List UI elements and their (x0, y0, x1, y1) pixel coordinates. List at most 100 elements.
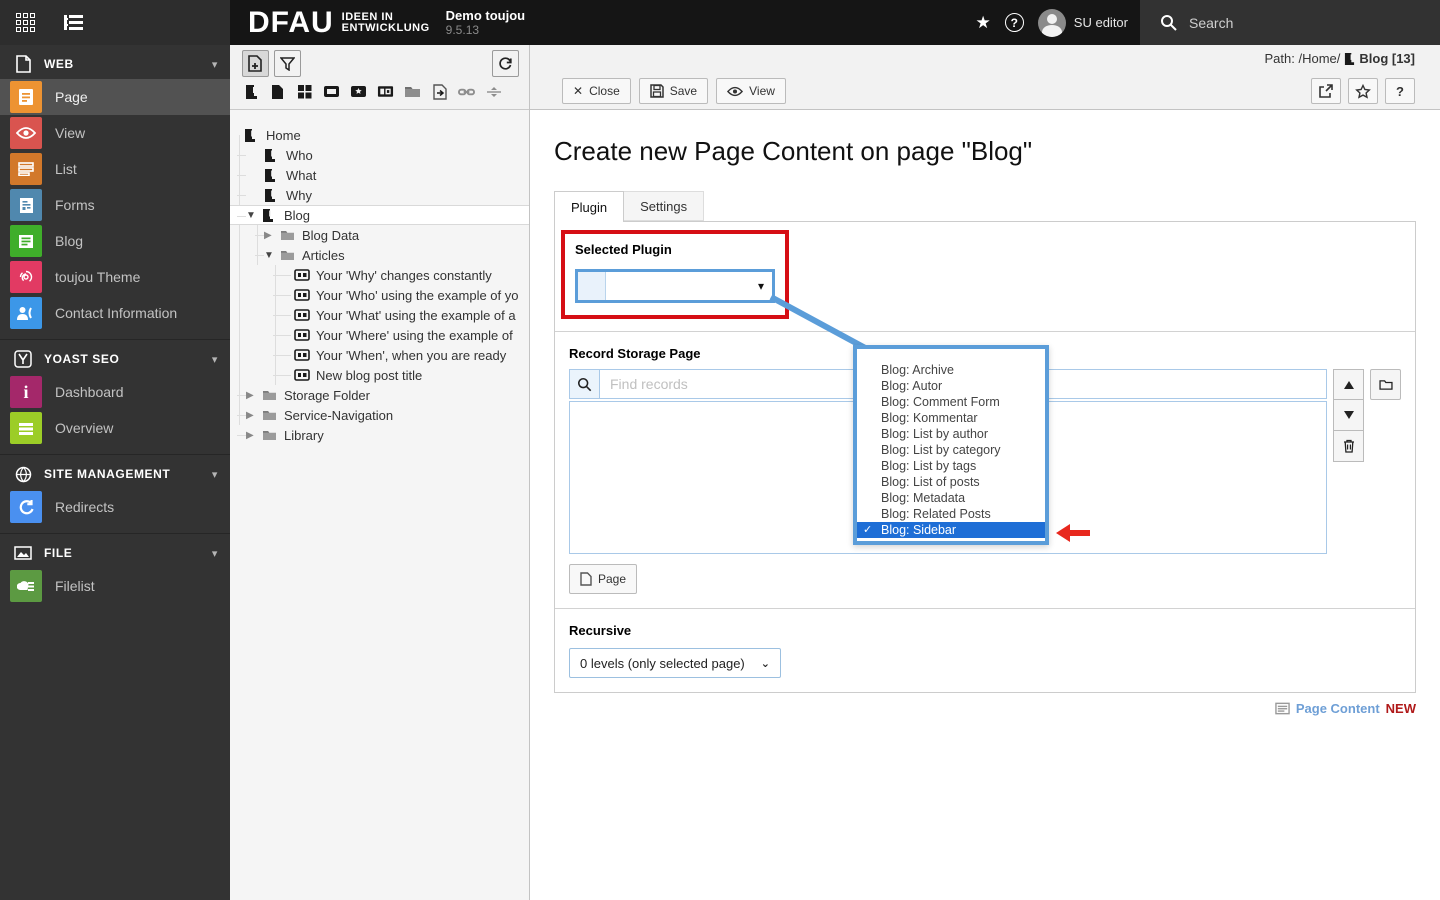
tree-node-post[interactable]: Your 'Who' using the example of yo (230, 285, 529, 305)
recycler-icon[interactable] (377, 83, 394, 100)
modules-menu-icon[interactable] (10, 8, 40, 38)
expand-caret-icon[interactable]: ▶ (264, 230, 280, 241)
view-button[interactable]: View (716, 78, 786, 104)
special-page-icon[interactable] (350, 83, 367, 100)
expand-caret-icon[interactable]: ▶ (246, 430, 262, 441)
refresh-button[interactable] (492, 50, 519, 77)
browse-records-button[interactable] (1370, 369, 1401, 400)
mountpoint-icon[interactable] (323, 83, 340, 100)
folder-outline-icon (1378, 380, 1393, 390)
topbar-left (0, 0, 230, 45)
section-web[interactable]: WEB ▾ (0, 49, 230, 79)
backend-layout-icon[interactable] (296, 83, 313, 100)
dropdown-option[interactable]: Blog: Kommentar (857, 410, 1045, 426)
sidebar-item-redirects[interactable]: Redirects (0, 489, 230, 525)
arrow-up-icon (1343, 380, 1354, 389)
open-in-new-window-button[interactable] (1311, 78, 1341, 104)
image-icon (12, 546, 34, 560)
dropdown-option[interactable]: Blog: Comment Form (857, 394, 1045, 410)
dropdown-option[interactable]: Blog: Archive (857, 362, 1045, 378)
sidebar-item-forms[interactable]: Forms (0, 187, 230, 223)
link-icon[interactable] (458, 83, 475, 100)
page-content-link[interactable]: Page Content (1296, 701, 1380, 716)
tree-node-post[interactable]: Your 'What' using the example of a (230, 305, 529, 325)
sidebar-item-toujou-theme[interactable]: toujou Theme (0, 259, 230, 295)
breadcrumb: Path: /Home/ Blog [13] (1264, 51, 1416, 66)
dropdown-option[interactable]: Blog: Related Posts (857, 506, 1045, 522)
tree-node-what[interactable]: What (230, 165, 529, 185)
page-icon (262, 208, 282, 223)
move-up-button[interactable] (1333, 369, 1364, 400)
form-footer: Page Content NEW (554, 701, 1416, 716)
bookmark-icon[interactable]: ★ (976, 13, 991, 33)
tree-node-post[interactable]: Your 'When', when you are ready (230, 345, 529, 365)
selected-plugin-select[interactable]: ▾ (575, 269, 775, 303)
sidebar-item-dashboard[interactable]: i Dashboard (0, 374, 230, 410)
section-site-management[interactable]: SITE MANAGEMENT ▾ (0, 459, 230, 489)
help-icon[interactable]: ? (1004, 13, 1024, 32)
tree-node-blog[interactable]: ▼ Blog (230, 205, 529, 225)
tree-node-post[interactable]: Your 'Why' changes constantly (230, 265, 529, 285)
dropdown-option[interactable]: Blog: Autor (857, 378, 1045, 394)
sidebar-item-filelist[interactable]: Filelist (0, 568, 230, 604)
pagetree-toggle-icon[interactable] (58, 8, 88, 38)
shortcut-page-icon[interactable] (431, 83, 448, 100)
folder-drag-icon[interactable] (404, 83, 421, 100)
tree-node-storage-folder[interactable]: ▶ Storage Folder (230, 385, 529, 405)
tree-node-post[interactable]: Your 'Where' using the example of (230, 325, 529, 345)
tree-node-blog-data[interactable]: ▶ Blog Data (230, 225, 529, 245)
globe-icon (12, 466, 34, 483)
docheader-help-button[interactable]: ? (1385, 78, 1415, 104)
tree-node-library[interactable]: ▶ Library (230, 425, 529, 445)
tree-node-post[interactable]: New blog post title (230, 365, 529, 385)
recursive-section: Recursive 0 levels (only selected page) … (555, 608, 1415, 692)
sidebar-item-overview[interactable]: Overview (0, 410, 230, 446)
save-button[interactable]: Save (638, 78, 709, 104)
module-sidebar: WEB ▾ Page View List Forms Blog toujou T… (0, 45, 230, 900)
new-badge: NEW (1385, 701, 1416, 716)
browse-page-button[interactable]: Page (569, 564, 638, 594)
tab-plugin[interactable]: Plugin (554, 191, 625, 222)
page-draghandle-icon[interactable] (242, 83, 259, 100)
section-file[interactable]: FILE ▾ (0, 538, 230, 568)
collapse-caret-icon[interactable]: ▼ (246, 210, 262, 221)
tree-node-articles[interactable]: ▼ Articles (230, 245, 529, 265)
site-version: 9.5.13 (445, 23, 480, 37)
global-search[interactable]: Search (1140, 0, 1440, 45)
recursive-select[interactable]: 0 levels (only selected page) ⌄ (569, 648, 781, 678)
dropdown-option[interactable]: Blog: Metadata (857, 490, 1045, 506)
regular-page-icon[interactable] (269, 83, 286, 100)
sidebar-item-contact-information[interactable]: Contact Information (0, 295, 230, 331)
dropdown-option[interactable]: Blog: List by category (857, 442, 1045, 458)
sidebar-item-page[interactable]: Page (0, 79, 230, 115)
expand-caret-icon[interactable]: ▶ (246, 390, 262, 401)
dropdown-option[interactable]: Blog: List by tags (857, 458, 1045, 474)
dropdown-option[interactable]: Blog: List of posts (857, 474, 1045, 490)
listbox-controls (1333, 369, 1364, 462)
new-page-button[interactable] (242, 50, 269, 77)
list-module-icon (10, 153, 42, 185)
close-button[interactable]: ✕ Close (562, 78, 631, 104)
collapse-caret-icon[interactable]: ▼ (264, 250, 280, 261)
tree-node-why[interactable]: Why (230, 185, 529, 205)
dropdown-option-selected[interactable]: ✓ Blog: Sidebar (857, 522, 1045, 538)
sidebar-item-blog[interactable]: Blog (0, 223, 230, 259)
sidebar-item-list[interactable]: List (0, 151, 230, 187)
tree-node-service-navigation[interactable]: ▶ Service-Navigation (230, 405, 529, 425)
dropdown-option[interactable]: Blog: List by author (857, 426, 1045, 442)
sidebar-item-view[interactable]: View (0, 115, 230, 151)
tree-node-home[interactable]: Home (230, 125, 529, 145)
filter-button[interactable] (274, 50, 301, 77)
expand-caret-icon[interactable]: ▶ (246, 410, 262, 421)
divider-icon[interactable] (485, 83, 502, 100)
user-menu[interactable]: SU editor (1037, 8, 1128, 37)
tab-settings[interactable]: Settings (624, 191, 705, 221)
move-down-button[interactable] (1333, 400, 1364, 431)
bookmark-button[interactable] (1348, 78, 1378, 104)
section-yoast-seo[interactable]: YOAST SEO ▾ (0, 344, 230, 374)
chevron-down-icon: ▾ (211, 547, 218, 560)
content-icon (294, 329, 314, 341)
tree-node-who[interactable]: Who (230, 145, 529, 165)
delete-button[interactable] (1333, 431, 1364, 462)
selected-plugin-section: Selected Plugin ▾ (555, 222, 1415, 331)
